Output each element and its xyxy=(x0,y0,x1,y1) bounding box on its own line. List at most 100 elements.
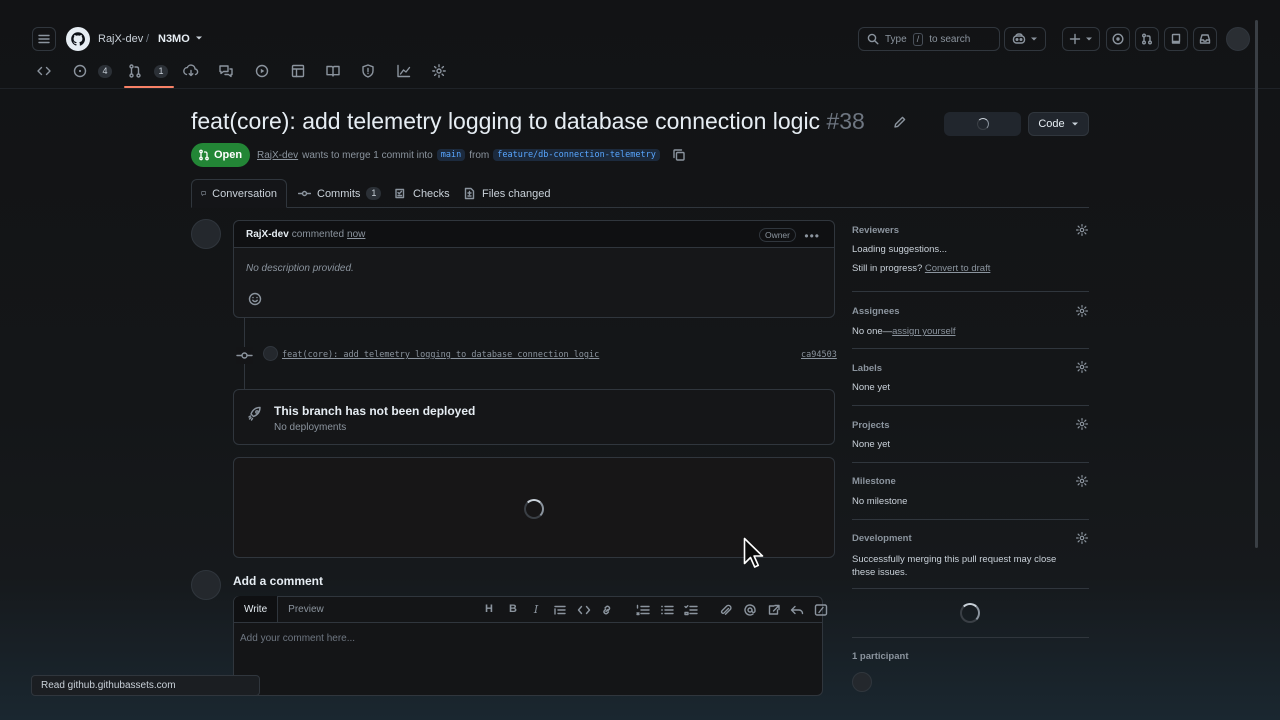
head-branch[interactable]: feature/db-connection-telemetry xyxy=(493,149,660,161)
tab-checks[interactable]: Checks xyxy=(385,179,459,208)
reviewers-heading[interactable]: Reviewers xyxy=(852,225,899,236)
browser-status-bar: Read github.githubassets.com xyxy=(31,675,260,696)
repo-owner-link[interactable]: RajX-dev xyxy=(98,33,143,45)
pr-author-link[interactable]: RajX-dev xyxy=(257,150,298,161)
page-scrollbar[interactable] xyxy=(1255,20,1258,548)
task-list-icon[interactable] xyxy=(684,604,698,616)
rocket-icon xyxy=(248,406,261,421)
assignees-gear-icon[interactable] xyxy=(1075,304,1089,318)
participants-heading: 1 participant xyxy=(852,651,909,662)
user-avatar[interactable] xyxy=(1226,27,1250,51)
deployment-title: This branch has not been deployed xyxy=(274,404,476,418)
caret-down-icon[interactable] xyxy=(195,34,203,42)
github-logo-icon[interactable] xyxy=(66,27,90,51)
bold-icon[interactable]: B xyxy=(506,603,520,615)
discussions-icon[interactable] xyxy=(218,63,234,79)
copilot-button[interactable] xyxy=(1004,27,1046,51)
convert-to-draft-link[interactable]: Convert to draft xyxy=(925,263,990,274)
assign-yourself-link[interactable]: assign yourself xyxy=(892,326,955,337)
attachment-paperclip-icon[interactable] xyxy=(719,604,733,616)
wiki-icon[interactable] xyxy=(325,63,341,79)
participant-avatar[interactable] xyxy=(852,672,872,692)
code-icon[interactable] xyxy=(577,604,591,616)
preview-tab[interactable]: Preview xyxy=(278,596,334,622)
kebab-menu-icon[interactable]: ••• xyxy=(804,229,820,243)
labels-gear-icon[interactable] xyxy=(1075,360,1089,374)
pull-requests-icon[interactable] xyxy=(127,63,143,79)
italic-icon[interactable]: I xyxy=(529,603,543,616)
heading-icon[interactable]: H xyxy=(482,603,496,615)
issues-button[interactable] xyxy=(1106,27,1130,51)
copy-icon[interactable] xyxy=(672,148,686,162)
reviewers-gear-icon[interactable] xyxy=(1075,223,1089,237)
comment-textarea[interactable]: Add your comment here... xyxy=(240,633,355,644)
comment-body: No description provided. xyxy=(246,263,354,274)
reply-undo-icon[interactable] xyxy=(790,604,804,616)
projects-gear-icon[interactable] xyxy=(1075,417,1089,431)
commit-message-link[interactable]: feat(core): add telemetry logging to dat… xyxy=(282,350,599,360)
add-reaction-smiley-icon[interactable] xyxy=(246,290,264,308)
milestone-heading[interactable]: Milestone xyxy=(852,476,896,487)
pr-state-label: Open xyxy=(214,149,243,161)
tab-label: Commits xyxy=(317,187,361,200)
comment-icon xyxy=(201,191,206,196)
nav-divider xyxy=(0,88,1280,89)
comment-action: commented xyxy=(291,228,345,240)
menu-button[interactable] xyxy=(32,27,56,51)
slash-command-icon[interactable] xyxy=(814,604,828,616)
draft-prompt-text: Still in progress? xyxy=(852,263,923,274)
path-separator: / xyxy=(146,33,150,45)
security-shield-icon[interactable] xyxy=(360,63,376,79)
loading-button xyxy=(944,112,1021,136)
tab-commits[interactable]: Commits 1 xyxy=(289,179,390,208)
bulleted-list-icon[interactable] xyxy=(660,604,674,616)
pencil-icon[interactable] xyxy=(893,115,907,129)
current-user-avatar[interactable] xyxy=(191,570,221,600)
commit-node-icon xyxy=(236,347,253,364)
commit-author-avatar[interactable] xyxy=(263,346,278,361)
issues-icon[interactable] xyxy=(72,63,88,79)
write-tab[interactable]: Write xyxy=(234,596,279,622)
development-heading[interactable]: Development xyxy=(852,533,912,544)
repo-icon xyxy=(1171,33,1181,44)
mention-at-icon[interactable] xyxy=(743,604,757,616)
development-gear-icon[interactable] xyxy=(1075,531,1089,545)
link-icon[interactable] xyxy=(600,604,614,616)
create-new-button[interactable] xyxy=(1062,27,1100,51)
code-icon[interactable] xyxy=(36,63,52,79)
code-button[interactable]: Code xyxy=(1028,112,1089,136)
pull-request-icon xyxy=(1142,33,1152,45)
labels-heading[interactable]: Labels xyxy=(852,363,882,374)
comment-time[interactable]: now xyxy=(347,229,365,240)
repositories-button[interactable] xyxy=(1164,27,1188,51)
search-input[interactable]: Type / to search xyxy=(858,27,1000,51)
pulls-count: 1 xyxy=(154,65,168,78)
pr-title: feat(core): add telemetry logging to dat… xyxy=(191,108,865,135)
settings-gear-icon[interactable] xyxy=(431,63,447,79)
projects-icon[interactable] xyxy=(290,63,306,79)
insights-graph-icon[interactable] xyxy=(396,63,412,79)
play-icon[interactable] xyxy=(254,63,270,79)
repo-name-link[interactable]: N3MO xyxy=(158,33,190,45)
tab-conversation[interactable]: Conversation xyxy=(191,179,287,208)
actions-icon[interactable] xyxy=(183,63,199,79)
assignees-heading[interactable]: Assignees xyxy=(852,306,900,317)
pull-requests-button[interactable] xyxy=(1135,27,1159,51)
numbered-list-icon[interactable] xyxy=(636,604,650,616)
milestone-gear-icon[interactable] xyxy=(1075,474,1089,488)
status-text: Read github.githubassets.com xyxy=(41,680,176,691)
quote-icon[interactable] xyxy=(553,604,567,616)
inbox-button[interactable] xyxy=(1193,27,1217,51)
commit-sha-link[interactable]: ca94503 xyxy=(801,350,837,360)
projects-heading[interactable]: Projects xyxy=(852,420,890,431)
base-branch[interactable]: main xyxy=(436,149,466,161)
milestone-value: No milestone xyxy=(852,496,908,507)
tab-files-changed[interactable]: Files changed xyxy=(454,179,560,208)
tab-count: 1 xyxy=(366,187,382,200)
plus-icon xyxy=(1069,33,1081,45)
code-button-label: Code xyxy=(1038,118,1065,130)
reference-icon[interactable] xyxy=(767,604,781,616)
comment-author[interactable]: RajX-dev xyxy=(246,229,289,240)
comment-author-avatar[interactable] xyxy=(191,219,221,249)
issue-icon xyxy=(1112,33,1124,45)
